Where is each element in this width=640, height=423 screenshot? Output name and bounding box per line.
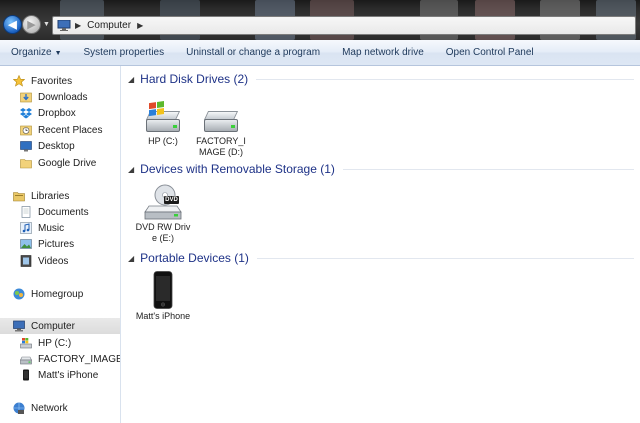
libraries-icon [13, 190, 25, 202]
drive-label: HP (C:) [148, 136, 178, 146]
nav-label: Network [31, 402, 68, 414]
drive-label: DVD RW Drive (E:) [135, 222, 191, 243]
nav-documents[interactable]: Documents [0, 204, 120, 220]
nav-videos[interactable]: Videos [0, 253, 120, 269]
nav-label: Favorites [31, 75, 73, 87]
drive-item-dvd[interactable]: DVD DVD RW Drive (E:) [135, 184, 191, 244]
drive-label: FACTORY_IMAGE (D:) [196, 136, 246, 157]
nav-factory-image[interactable]: FACTORY_IMAGE (D [0, 351, 121, 367]
nav-hp-c[interactable]: HP (C:) [0, 335, 120, 351]
folder-icon [20, 157, 32, 169]
arrow-left-icon: ◀ [8, 19, 17, 31]
nav-label: HP (C:) [38, 337, 72, 349]
windows-drive-icon [143, 101, 183, 134]
nav-google-drive[interactable]: Google Drive [0, 155, 120, 171]
drive-item-hp-c[interactable]: HP (C:) [135, 101, 191, 147]
drive-icon [201, 102, 241, 134]
collapse-triangle-icon[interactable]: ◢ [128, 254, 134, 263]
back-button[interactable]: ◀ [3, 15, 22, 34]
nav-label: Homegroup [31, 288, 84, 300]
uninstall-program-button[interactable]: Uninstall or change a program [175, 47, 331, 58]
group-header-removable[interactable]: ◢ Devices with Removable Storage (1) [128, 162, 634, 176]
device-label: Matt's iPhone [135, 311, 191, 321]
group-header-hard-disk[interactable]: ◢ Hard Disk Drives (2) [128, 72, 634, 86]
phone-icon [20, 369, 32, 381]
nav-label: Music [38, 222, 65, 234]
divider [256, 78, 634, 80]
nav-desktop[interactable]: Desktop [0, 138, 120, 154]
navigation-pane: Favorites Downloads Dropbox Recent Place… [0, 66, 121, 423]
address-field[interactable]: ▶ Computer ▶ [52, 16, 636, 35]
address-bar-area: ◀ ▶ ▼ ▶ Computer ▶ [0, 0, 640, 40]
group-title: Portable Devices (1) [140, 251, 249, 265]
dvd-drive-icon: DVD [143, 184, 183, 220]
drive-item-factory-image[interactable]: FACTORY_IMAGE (D:) [193, 102, 249, 158]
nav-favorites[interactable]: Favorites [0, 73, 120, 89]
dvd-badge: DVD [165, 197, 178, 203]
iphone-icon [143, 271, 183, 309]
music-icon [20, 222, 32, 234]
nav-matts-iphone[interactable]: Matt's iPhone [0, 367, 120, 383]
device-item-iphone[interactable]: Matt's iPhone [135, 271, 191, 322]
nav-label: Matt's iPhone [38, 369, 99, 381]
organize-label: Organize [11, 47, 52, 58]
divider [256, 257, 634, 259]
nav-label: Pictures [38, 238, 75, 250]
homegroup-icon [13, 288, 25, 300]
pictures-icon [20, 238, 32, 250]
nav-music[interactable]: Music [0, 220, 120, 236]
group-title: Hard Disk Drives (2) [140, 72, 249, 86]
command-bar: Organize ▼ System properties Uninstall or… [0, 40, 640, 66]
windows-drive-icon [20, 337, 32, 349]
collapse-triangle-icon[interactable]: ◢ [128, 75, 134, 84]
nav-network[interactable]: Network [0, 400, 120, 416]
content-pane: ◢ Hard Disk Drives (2) HP (C:) FACTORY_I… [122, 66, 640, 423]
nav-computer[interactable]: Computer [0, 318, 120, 334]
star-icon [12, 74, 26, 87]
nav-label: Computer [31, 320, 75, 332]
forward-button[interactable]: ▶ [22, 15, 41, 34]
nav-label: Downloads [38, 91, 88, 103]
arrow-right-icon: ▶ [27, 19, 36, 31]
system-properties-button[interactable]: System properties [73, 47, 176, 58]
group-header-portable[interactable]: ◢ Portable Devices (1) [128, 251, 634, 265]
documents-icon [20, 206, 32, 218]
videos-icon [20, 255, 32, 267]
desktop-icon [20, 140, 32, 152]
nav-label: Libraries [31, 190, 70, 202]
recent-places-icon [20, 124, 32, 136]
drive-icon [20, 353, 32, 365]
downloads-folder-icon [20, 91, 32, 103]
nav-libraries[interactable]: Libraries [0, 188, 120, 204]
nav-homegroup[interactable]: Homegroup [0, 286, 120, 302]
nav-dropbox[interactable]: Dropbox [0, 105, 120, 121]
group-title: Devices with Removable Storage (1) [140, 162, 335, 176]
nav-downloads[interactable]: Downloads [0, 89, 120, 105]
nav-label: Documents [38, 206, 89, 218]
recent-pages-dropdown[interactable]: ▼ [43, 21, 50, 28]
nav-pictures[interactable]: Pictures [0, 236, 120, 252]
map-network-drive-button[interactable]: Map network drive [331, 47, 435, 58]
breadcrumb-separator-icon[interactable]: ▶ [75, 21, 81, 30]
chevron-down-icon: ▼ [54, 50, 62, 57]
organize-button[interactable]: Organize ▼ [0, 47, 73, 58]
nav-label: FACTORY_IMAGE (D [38, 353, 121, 365]
dropbox-icon [20, 107, 32, 119]
nav-recent-places[interactable]: Recent Places [0, 122, 120, 138]
collapse-triangle-icon[interactable]: ◢ [128, 165, 134, 174]
nav-label: Desktop [38, 140, 75, 152]
nav-label: Recent Places [38, 124, 103, 136]
open-control-panel-button[interactable]: Open Control Panel [435, 47, 545, 58]
divider [342, 168, 634, 170]
breadcrumb-computer[interactable]: Computer [87, 20, 131, 31]
computer-icon [57, 19, 71, 31]
network-icon [13, 402, 25, 414]
nav-label: Google Drive [38, 157, 97, 169]
breadcrumb-chevron-icon[interactable]: ▶ [137, 21, 143, 30]
computer-icon [13, 320, 25, 332]
nav-label: Videos [38, 255, 69, 267]
nav-label: Dropbox [38, 107, 76, 119]
